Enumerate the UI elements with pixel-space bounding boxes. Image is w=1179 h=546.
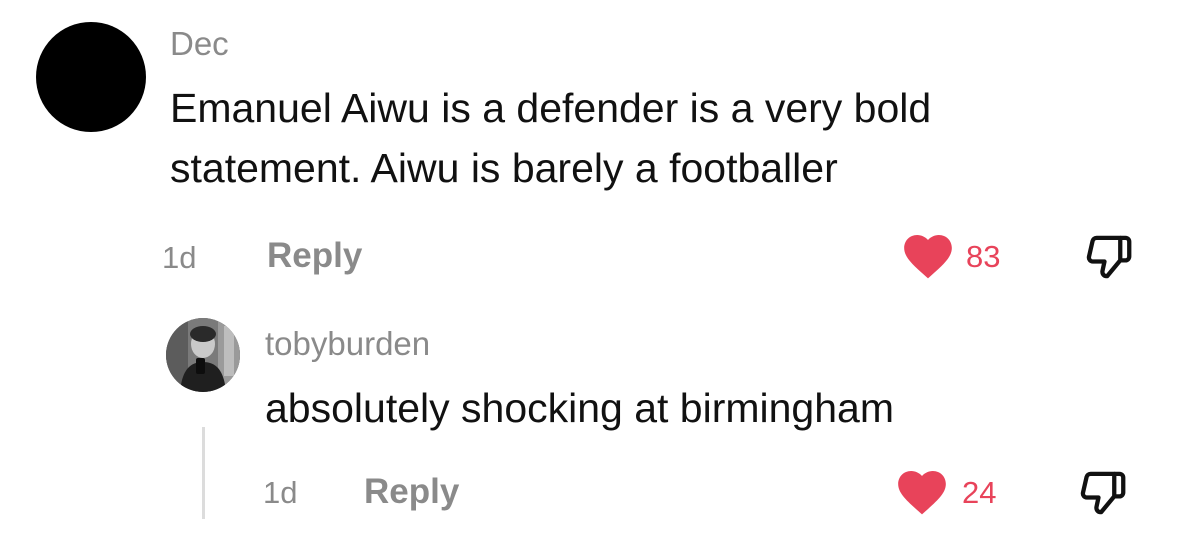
comment-text: Emanuel Aiwu is a defender is a very bol… bbox=[170, 78, 1130, 198]
avatar[interactable] bbox=[36, 22, 146, 132]
reply-text: absolutely shocking at birmingham bbox=[265, 385, 894, 431]
like-button[interactable] bbox=[902, 232, 954, 280]
avatar-photo bbox=[166, 318, 240, 392]
reply-avatar[interactable] bbox=[166, 318, 240, 392]
comment: Dec Emanuel Aiwu is a defender is a very… bbox=[0, 0, 1179, 300]
heart-filled-icon bbox=[904, 234, 952, 279]
dislike-button[interactable] bbox=[1076, 466, 1130, 520]
reply-timestamp: 1d bbox=[263, 475, 298, 510]
reply-button[interactable]: Reply bbox=[364, 472, 459, 512]
reply-button[interactable]: Reply bbox=[267, 236, 362, 276]
like-button[interactable] bbox=[896, 468, 948, 516]
like-count: 24 bbox=[962, 475, 997, 510]
heart-filled-icon bbox=[898, 470, 946, 515]
comment-username[interactable]: Dec bbox=[170, 24, 229, 64]
thumbs-down-icon bbox=[1080, 471, 1126, 515]
comment-text-line: Emanuel Aiwu is a defender is a very bol… bbox=[170, 85, 932, 131]
like-count: 83 bbox=[966, 239, 1001, 274]
thumbs-down-icon bbox=[1086, 235, 1132, 279]
dislike-button[interactable] bbox=[1082, 230, 1136, 284]
comment-text-line: statement. Aiwu is barely a footballer bbox=[170, 145, 838, 191]
reply-username[interactable]: tobyburden bbox=[265, 324, 430, 364]
thread-line bbox=[202, 427, 205, 519]
comment-timestamp: 1d bbox=[162, 240, 197, 275]
